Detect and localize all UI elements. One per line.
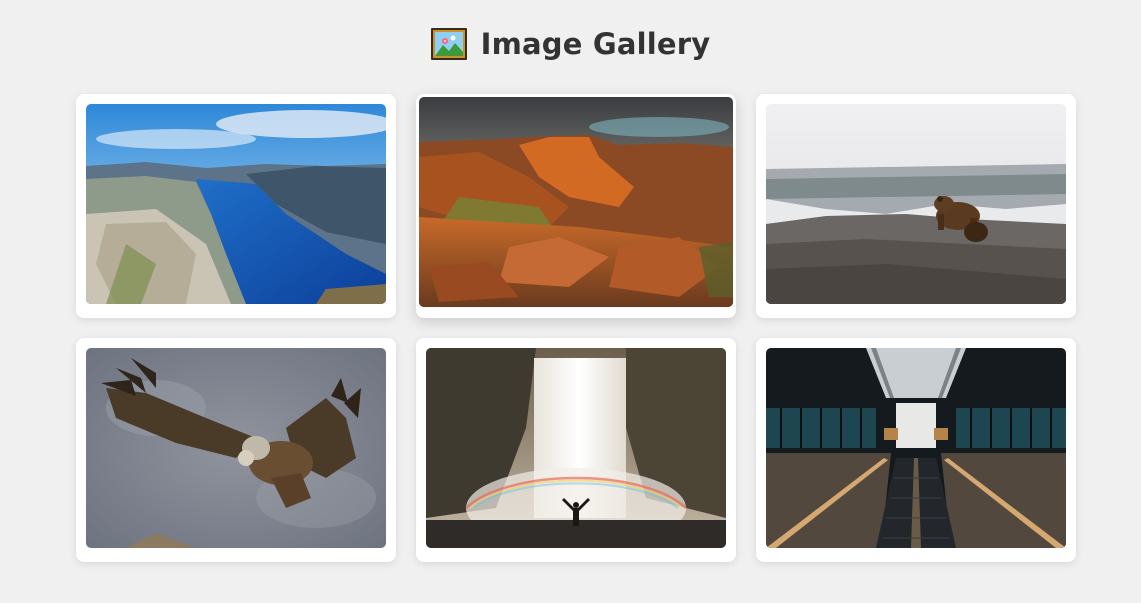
gallery-grid [0,0,1141,603]
vulture-photo[interactable] [86,348,386,548]
gallery-card-vulture[interactable] [76,338,396,562]
gallery-card-fjord[interactable] [76,94,396,318]
gallery-card-escalator[interactable] [756,338,1076,562]
fjord-photo[interactable] [86,104,386,304]
gallery-card-canyon[interactable] [416,94,736,318]
gallery-card-bear[interactable] [756,94,1076,318]
waterfall-photo[interactable] [426,348,726,548]
bear-photo[interactable] [766,104,1066,304]
gallery-card-waterfall[interactable] [416,338,736,562]
escalator-photo[interactable] [766,348,1066,548]
canyon-photo[interactable] [419,97,733,307]
